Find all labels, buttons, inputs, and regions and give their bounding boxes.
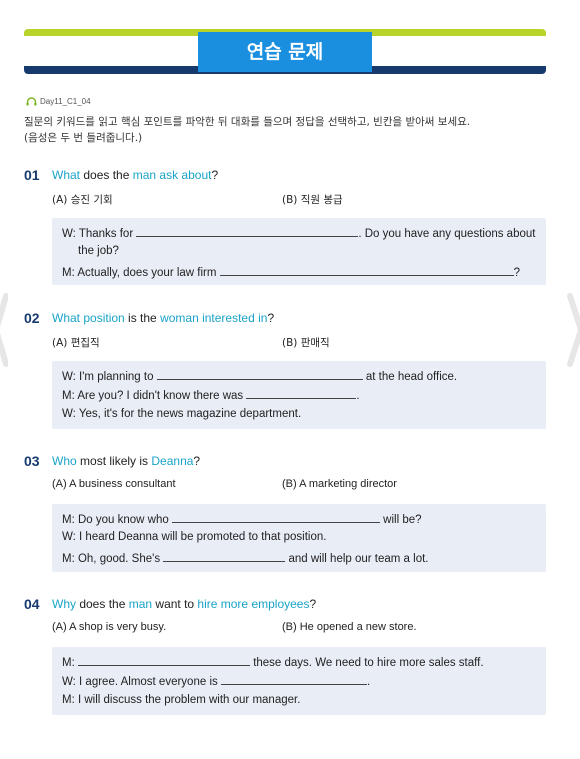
blank-field[interactable]: [220, 674, 367, 685]
question-text: Who most likely is Deanna?: [52, 454, 201, 468]
dialogue-line: W: I agree. Almost everyone is .: [62, 674, 371, 688]
blank-field[interactable]: [156, 369, 363, 380]
option-a[interactable]: (A) A business consultant: [52, 478, 176, 490]
dialogue-line: M: Oh, good. She's and will help our tea…: [62, 551, 429, 565]
instructions: 질문의 키워드를 읽고 핵심 포인트를 파악한 뒤 대화를 들으며 정답을 선택…: [24, 114, 544, 146]
page-header: 연습 문제: [24, 29, 546, 77]
audio-track[interactable]: Day11_C1_04: [26, 97, 91, 106]
headphones-icon: [26, 97, 37, 106]
dialogue-line: W: I'm planning to at the head office.: [62, 369, 458, 383]
question-number: 03: [24, 453, 40, 469]
dialogue-line: W: I heard Deanna will be promoted to th…: [62, 531, 327, 543]
answer-options: (A) A business consultant (B) A marketin…: [24, 478, 546, 498]
dialogue-line: W: Yes, it's for the news magazine depar…: [62, 408, 302, 420]
blank-field[interactable]: [163, 551, 286, 562]
instruction-note: (음성은 두 번 들려줍니다.): [24, 132, 143, 144]
dialogue-line: M: Actually, does your law firm ?: [62, 265, 521, 279]
track-label: Day11_C1_04: [40, 97, 91, 106]
dialogue-box: W: Thanks for . Do you have any question…: [52, 218, 546, 285]
question-line: 03 Who most likely is Deanna?: [24, 451, 546, 471]
answer-options: (A) 승진 기회 (B) 직원 봉급: [24, 192, 546, 212]
blank-field[interactable]: [246, 388, 357, 399]
dialogue-box: M: Do you know who will be? W: I heard D…: [52, 504, 546, 572]
blank-field[interactable]: [219, 265, 514, 276]
option-b[interactable]: (B) 판매직: [282, 335, 330, 350]
question-line: 04 Why does the man want to hire more em…: [24, 594, 546, 614]
blank-field[interactable]: [136, 226, 359, 237]
dialogue-line: W: Thanks for . Do you have any question…: [62, 226, 536, 240]
dialogue-box: M: these days. We need to hire more sale…: [52, 647, 546, 715]
question-text: What position is the woman interested in…: [52, 311, 275, 325]
question-block: 04 Why does the man want to hire more em…: [24, 594, 546, 715]
option-a[interactable]: (A) A shop is very busy.: [52, 621, 166, 633]
option-a[interactable]: (A) 승진 기회: [52, 192, 113, 207]
instruction-line: 질문의 키워드를 읽고 핵심 포인트를 파악한 뒤 대화를 들으며 정답을 선택…: [24, 116, 471, 128]
prev-page-arrow-icon[interactable]: [0, 292, 8, 368]
dialogue-line: M: Are you? I didn't know there was .: [62, 388, 360, 402]
next-page-arrow-icon[interactable]: [566, 292, 580, 368]
dialogue-line: M: these days. We need to hire more sale…: [62, 655, 484, 669]
question-block: 02 What position is the woman interested…: [24, 308, 546, 429]
option-a[interactable]: (A) 편집직: [52, 335, 100, 350]
question-number: 01: [24, 167, 40, 183]
dialogue-line: M: Do you know who will be?: [62, 512, 422, 526]
answer-options: (A) A shop is very busy. (B) He opened a…: [24, 621, 546, 641]
option-b[interactable]: (B) He opened a new store.: [282, 621, 417, 633]
option-b[interactable]: (B) 직원 봉급: [282, 192, 343, 207]
answer-options: (A) 편집직 (B) 판매직: [24, 335, 546, 355]
question-block: 01 What does the man ask about? (A) 승진 기…: [24, 165, 546, 285]
dialogue-line: M: I will discuss the problem with our m…: [62, 694, 301, 706]
blank-field[interactable]: [77, 655, 250, 666]
question-number: 04: [24, 596, 40, 612]
question-line: 01 What does the man ask about?: [24, 165, 546, 185]
blank-field[interactable]: [171, 512, 380, 523]
question-text: Why does the man want to hire more emplo…: [52, 597, 317, 611]
page-title: 연습 문제: [198, 32, 372, 72]
question-number: 02: [24, 310, 40, 326]
dialogue-line: the job?: [78, 245, 119, 257]
option-b[interactable]: (B) A marketing director: [282, 478, 397, 490]
question-line: 02 What position is the woman interested…: [24, 308, 546, 328]
question-block: 03 Who most likely is Deanna? (A) A busi…: [24, 451, 546, 572]
question-text: What does the man ask about?: [52, 168, 219, 182]
dialogue-box: W: I'm planning to at the head office. M…: [52, 361, 546, 429]
